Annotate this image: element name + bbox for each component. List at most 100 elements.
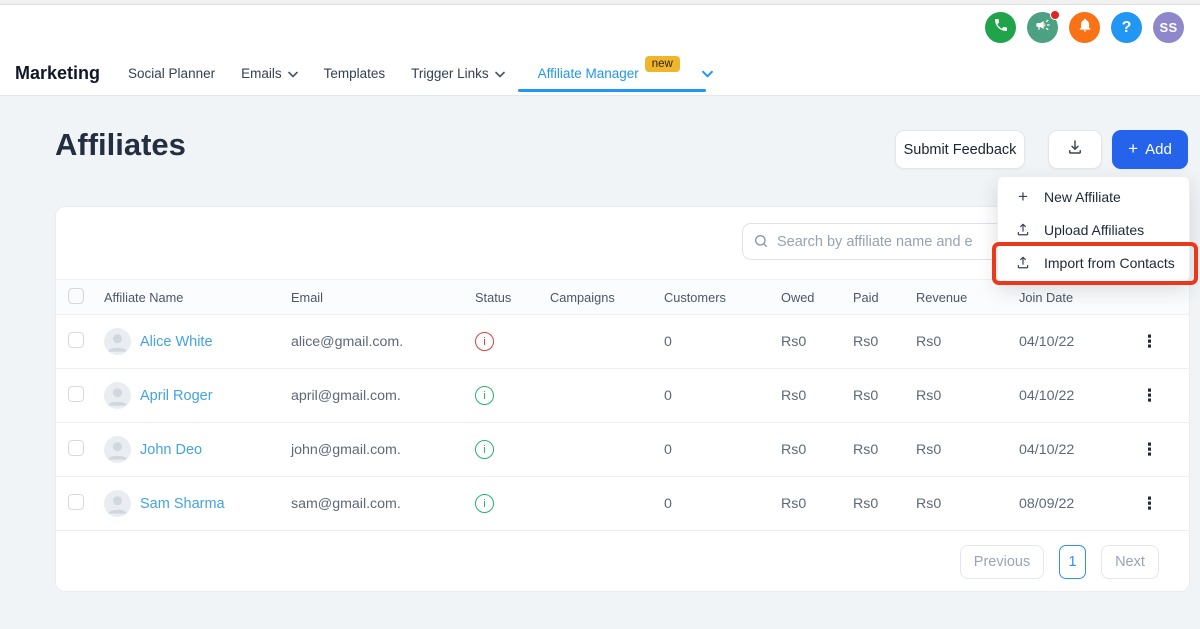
owed-value: Rs0 [781,495,807,512]
nav-item-social-planner[interactable]: Social Planner [128,66,215,81]
table-row: April Roger april@gmail.com. i 0 Rs0 Rs0… [56,369,1189,423]
column-header-owed[interactable]: Owed [781,290,853,305]
join-date-value: 04/10/22 [1019,441,1075,458]
page-number-button[interactable]: 1 [1059,545,1086,579]
chevron-down-icon [494,66,505,81]
phone-button[interactable] [985,12,1016,43]
add-dropdown-menu: + New Affiliate Upload Affiliates Import… [997,176,1190,282]
topbar-icons: ? SS [985,10,1184,43]
affiliate-email: sam@gmail.com. [291,495,401,512]
row-menu-button[interactable]: ⋮ [1141,332,1158,351]
row-menu-button[interactable]: ⋮ [1141,494,1158,513]
affiliate-email: april@gmail.com. [291,387,401,404]
announcements-button[interactable] [1027,10,1060,43]
new-badge: new [644,56,680,72]
upload-icon [1015,222,1031,237]
affiliate-name-link[interactable]: April Roger [140,388,213,404]
owed-value: Rs0 [781,333,807,350]
join-date-value: 04/10/22 [1019,387,1075,404]
revenue-value: Rs0 [916,441,942,458]
status-inactive-icon[interactable]: i [475,332,494,351]
customers-value: 0 [664,441,672,458]
affiliate-avatar [104,328,131,355]
column-header-revenue[interactable]: Revenue [916,290,1019,305]
marketing-nav: Marketing Social Planner Emails Template… [15,54,739,92]
download-icon [1066,138,1084,161]
status-active-icon[interactable]: i [475,494,494,513]
revenue-value: Rs0 [916,333,942,350]
paid-value: Rs0 [853,441,879,458]
join-date-value: 04/10/22 [1019,333,1075,350]
select-all-checkbox[interactable] [68,287,84,304]
upload-icon [1015,255,1031,270]
affiliate-avatar [104,436,131,463]
column-header-campaigns[interactable]: Campaigns [550,290,664,305]
nav-item-affiliate-manager[interactable]: Affiliate Manager new [538,56,713,81]
revenue-value: Rs0 [916,495,942,512]
pagination: Previous 1 Next [960,545,1159,579]
row-menu-button[interactable]: ⋮ [1141,386,1158,405]
add-button[interactable]: + Add [1112,130,1188,169]
row-checkbox[interactable] [68,439,84,456]
notification-dot [1050,10,1060,20]
column-header-paid[interactable]: Paid [853,290,916,305]
paid-value: Rs0 [853,495,879,512]
active-tab-underline [518,89,706,92]
status-active-icon[interactable]: i [475,440,494,459]
owed-value: Rs0 [781,441,807,458]
row-checkbox[interactable] [68,331,84,348]
customers-value: 0 [664,387,672,404]
row-checkbox[interactable] [68,385,84,402]
avatar-initials: SS [1159,20,1178,35]
help-button[interactable]: ? [1111,12,1142,43]
export-button[interactable] [1048,130,1102,169]
previous-page-button[interactable]: Previous [960,545,1044,579]
question-icon: ? [1121,18,1132,36]
affiliate-avatar [104,490,131,517]
customers-value: 0 [664,333,672,350]
join-date-value: 08/09/22 [1019,495,1075,512]
menu-item-new-affiliate[interactable]: + New Affiliate [998,180,1189,213]
plus-icon: + [1018,186,1028,206]
affiliate-email: john@gmail.com. [291,441,401,458]
column-header-status[interactable]: Status [475,290,550,305]
next-page-button[interactable]: Next [1101,545,1159,579]
table-row: Sam Sharma sam@gmail.com. i 0 Rs0 Rs0 Rs… [56,477,1189,531]
affiliate-name-link[interactable]: John Deo [140,442,202,458]
bell-icon [1077,17,1093,38]
affiliate-name-link[interactable]: Sam Sharma [140,496,225,512]
table-row: Alice White alice@gmail.com. i 0 Rs0 Rs0… [56,315,1189,369]
nav-item-templates[interactable]: Templates [324,66,386,81]
plus-icon: + [1128,139,1139,158]
nav-brand: Marketing [15,62,101,83]
paid-value: Rs0 [853,333,879,350]
status-active-icon[interactable]: i [475,386,494,405]
customers-value: 0 [664,495,672,512]
row-menu-button[interactable]: ⋮ [1141,440,1158,459]
column-header-customers[interactable]: Customers [664,290,781,305]
owed-value: Rs0 [781,387,807,404]
nav-item-emails[interactable]: Emails [241,66,298,81]
user-avatar[interactable]: SS [1153,12,1184,43]
phone-icon [993,17,1009,38]
nav-item-trigger-links[interactable]: Trigger Links [411,66,505,81]
column-header-join-date[interactable]: Join Date [1019,290,1141,305]
menu-item-import-from-contacts[interactable]: Import from Contacts [998,246,1189,279]
chevron-down-icon[interactable] [701,66,713,81]
affiliate-email: alice@gmail.com. [291,333,404,350]
page-title: Affiliates [55,127,186,162]
submit-feedback-button[interactable]: Submit Feedback [895,130,1025,169]
notifications-button[interactable] [1069,12,1100,43]
table-row: John Deo john@gmail.com. i 0 Rs0 Rs0 Rs0… [56,423,1189,477]
menu-item-upload-affiliates[interactable]: Upload Affiliates [998,213,1189,246]
megaphone-icon [1035,17,1051,38]
column-header-email[interactable]: Email [291,290,475,305]
revenue-value: Rs0 [916,387,942,404]
affiliate-name-link[interactable]: Alice White [140,334,213,350]
row-checkbox[interactable] [68,493,84,510]
top-strip [0,0,1200,5]
table-header: Affiliate Name Email Status Campaigns Cu… [56,279,1189,315]
column-header-name[interactable]: Affiliate Name [104,290,291,305]
paid-value: Rs0 [853,387,879,404]
app-header: ? SS Marketing Social Planner Emails Tem… [0,0,1200,96]
